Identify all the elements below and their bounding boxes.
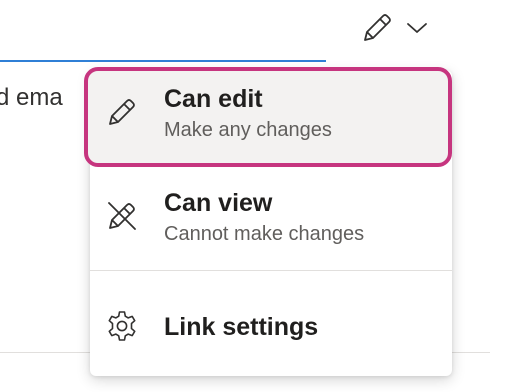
menu-item-title: Can edit xyxy=(164,85,263,113)
recipient-input-underline xyxy=(0,60,326,62)
menu-separator xyxy=(90,270,452,271)
permission-dropdown-button[interactable] xyxy=(360,6,440,50)
pencil-icon xyxy=(360,11,394,45)
chevron-down-icon xyxy=(406,21,428,35)
menu-item-description: Cannot make changes xyxy=(164,223,365,245)
pencil-icon xyxy=(104,94,140,130)
pencil-crossed-icon xyxy=(104,198,140,234)
menu-item-can-edit[interactable]: Can edit Make any changes xyxy=(84,67,452,172)
share-dialog: d ema Can edit Make any changes Can view… xyxy=(0,0,508,392)
menu-item-title: Link settings xyxy=(164,313,319,341)
recipient-input-placeholder[interactable]: d ema xyxy=(0,84,63,112)
menu-item-title: Can view xyxy=(164,189,273,217)
gear-icon xyxy=(104,308,140,344)
menu-item-description: Make any changes xyxy=(164,119,332,141)
menu-item-can-view[interactable]: Can view Cannot make changes xyxy=(90,182,452,268)
menu-item-link-settings[interactable]: Link settings xyxy=(90,290,452,362)
permission-menu: Can edit Make any changes Can view Canno… xyxy=(84,67,452,376)
